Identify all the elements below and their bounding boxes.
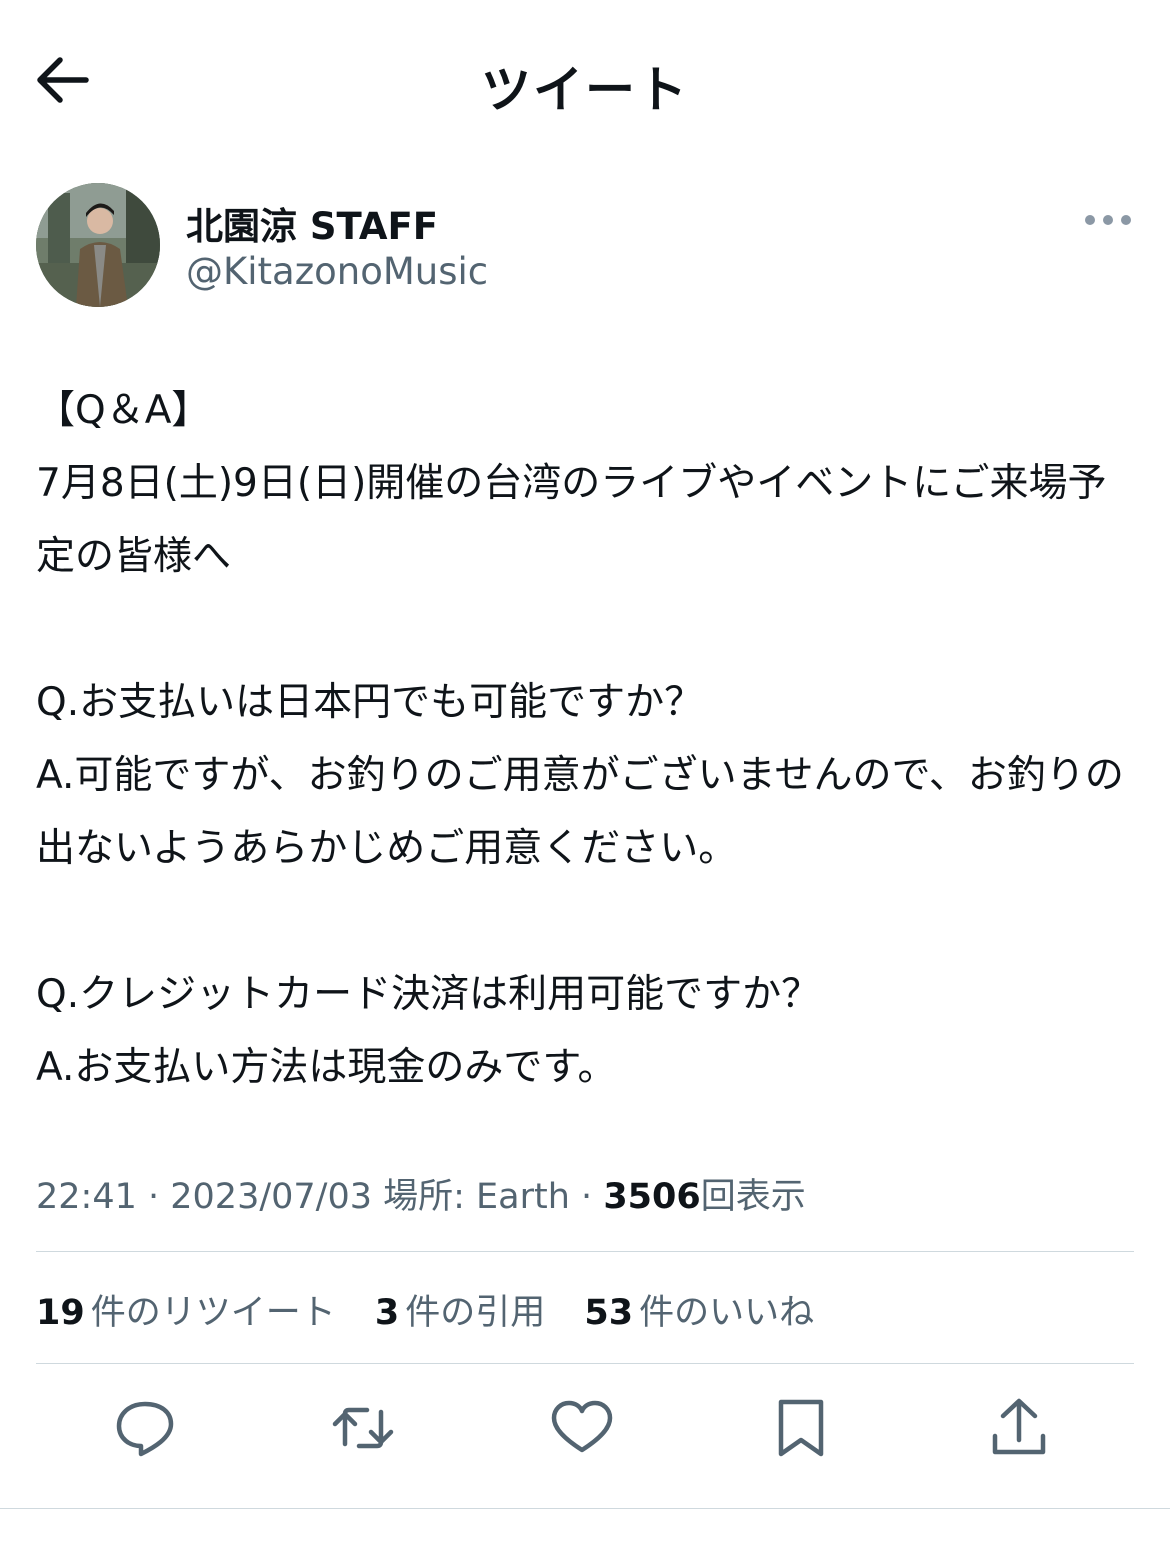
author-display-name[interactable]: 北園涼 STAFF — [186, 196, 438, 250]
quotes-stat[interactable]: 3 件の引用 — [375, 1293, 545, 1333]
share-icon — [992, 1398, 1046, 1455]
reply-button[interactable] — [113, 1396, 177, 1460]
retweet-button[interactable] — [331, 1396, 395, 1460]
likes-count: 53 — [584, 1293, 634, 1333]
page-title: ツイート — [481, 61, 689, 119]
likes-stat[interactable]: 53 件のいいね — [584, 1293, 814, 1333]
tweet-location: 場所: Earth — [383, 1177, 570, 1217]
engagement-stats: 19 件のリツイート 3 件の引用 53 件のいいね — [36, 1284, 842, 1335]
bookmark-button[interactable] — [769, 1396, 833, 1460]
more-horizontal-icon — [1085, 215, 1131, 225]
more-options-button[interactable] — [1080, 200, 1136, 240]
quotes-count: 3 — [374, 1293, 400, 1333]
like-icon — [551, 1400, 613, 1453]
bottom-divider — [0, 1508, 1170, 1509]
views-label: 回表示 — [700, 1177, 806, 1217]
retweets-label: 件のリツイート — [90, 1293, 336, 1333]
quotes-label: 件の引用 — [405, 1293, 546, 1333]
meta-separator: · — [569, 1177, 604, 1217]
meta-separator: · — [136, 1177, 171, 1217]
divider — [36, 1363, 1134, 1364]
avatar[interactable] — [36, 183, 160, 307]
reply-icon — [116, 1401, 174, 1457]
author-handle[interactable]: @KitazonoMusic — [186, 250, 488, 293]
likes-label: 件のいいね — [639, 1293, 815, 1333]
tweet-date[interactable]: 2023/07/03 — [170, 1177, 372, 1217]
tweet-meta: 22:41 · 2023/07/03 場所: Earth · 3506回表示 — [36, 1168, 806, 1219]
retweets-count: 19 — [36, 1293, 85, 1333]
retweets-stat[interactable]: 19 件のリツイート — [36, 1293, 336, 1333]
like-button[interactable] — [550, 1396, 614, 1460]
bookmark-icon — [778, 1399, 824, 1457]
top-bar: ツイート — [0, 0, 1170, 160]
views-count: 3506 — [603, 1177, 701, 1217]
profile-photo — [36, 183, 160, 307]
retweet-icon — [332, 1407, 394, 1449]
tweet-text: 【Q＆A】 7月8日(土)9日(日)開催の台湾のライブやイベントにご来場予定の皆… — [36, 388, 1124, 1090]
divider — [36, 1251, 1134, 1252]
tweet-time[interactable]: 22:41 — [36, 1177, 137, 1217]
share-button[interactable] — [987, 1396, 1051, 1460]
